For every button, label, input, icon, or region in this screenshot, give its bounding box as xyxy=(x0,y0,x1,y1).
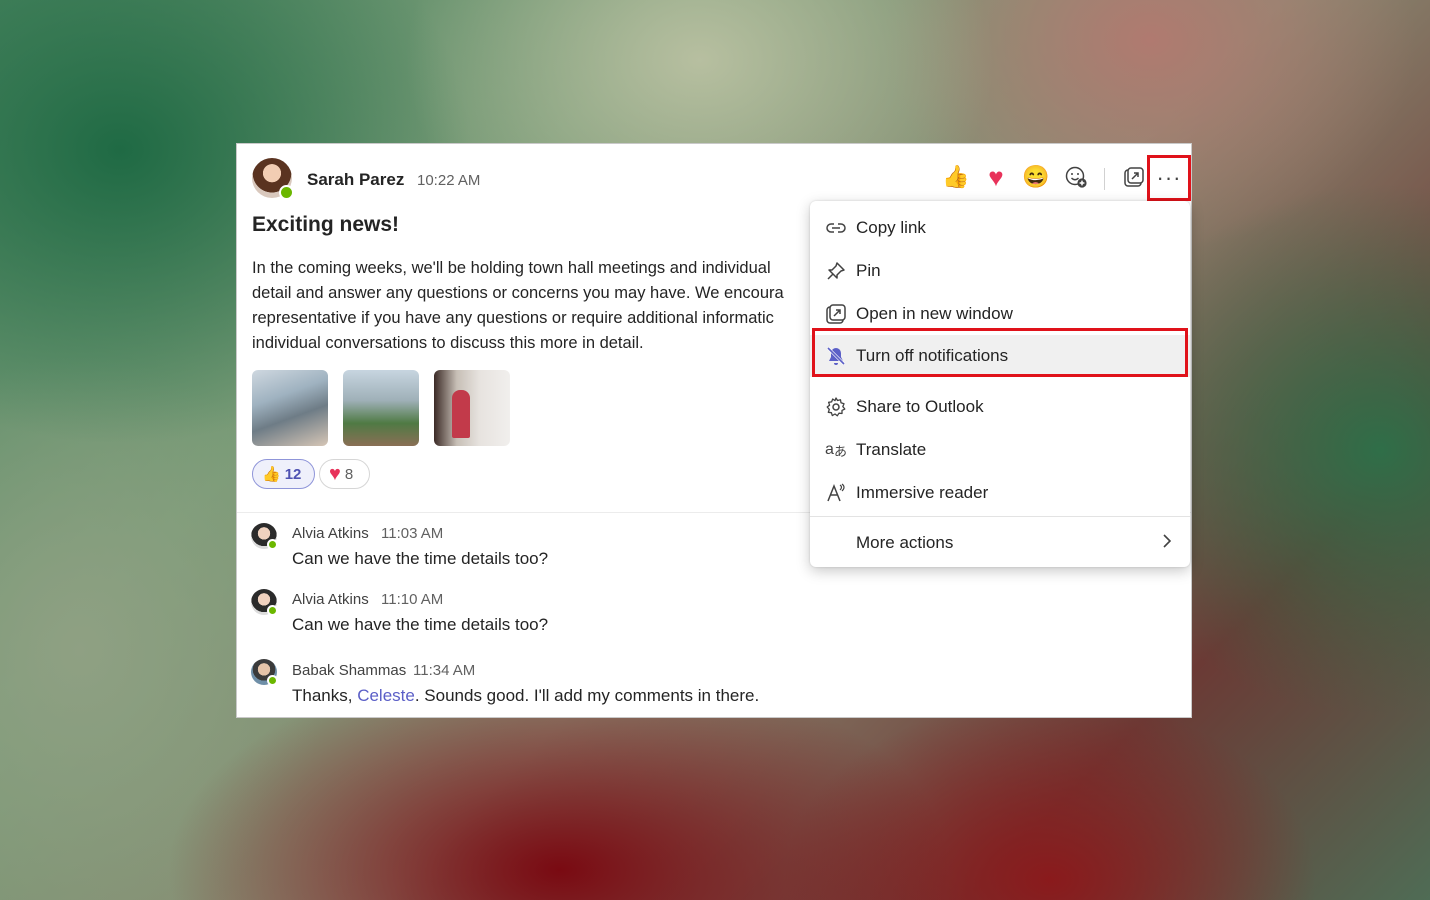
chevron-right-icon xyxy=(1160,533,1174,554)
more-options-button[interactable]: ··· xyxy=(1147,155,1191,201)
reply-timestamp: 11:03 AM xyxy=(381,525,444,542)
add-reaction-icon xyxy=(1065,166,1087,188)
menu-item-label: Open in new window xyxy=(856,304,1013,323)
menu-item-pin[interactable]: Pin xyxy=(810,250,1190,292)
reply-avatar[interactable] xyxy=(251,659,278,686)
menu-item-more-actions[interactable]: More actions xyxy=(810,522,1190,564)
reply-text: Can we have the time details too? xyxy=(292,615,549,634)
pop-out-icon xyxy=(824,302,848,326)
highlight-outline xyxy=(812,328,1188,377)
menu-item-share-to-outlook[interactable]: Share to Outlook xyxy=(810,386,1190,428)
presence-available-icon xyxy=(267,539,278,550)
reply-author[interactable]: Alvia Atkins xyxy=(292,525,369,542)
reply-text-part: . Sounds good. I'll add my comments in t… xyxy=(414,686,760,705)
like-count: 12 xyxy=(284,465,302,483)
presence-available-icon xyxy=(267,605,278,616)
author-name[interactable]: Sarah Parez xyxy=(307,170,404,190)
image-attachment-presenter[interactable] xyxy=(434,370,510,446)
menu-item-label: Share to Outlook xyxy=(856,397,984,416)
image-attachment-atrium[interactable] xyxy=(343,370,419,446)
heart-reaction-button[interactable]: ♥ xyxy=(983,161,1009,192)
menu-item-label: Translate xyxy=(856,440,927,459)
menu-divider xyxy=(810,516,1190,517)
reply-timestamp: 11:34 AM xyxy=(413,662,476,679)
reply-text: Thanks, Celeste. Sounds good. I'll add m… xyxy=(292,686,759,706)
like-reaction-button[interactable]: 👍 xyxy=(942,164,970,190)
menu-item-label: More actions xyxy=(856,533,954,552)
toolbar-divider xyxy=(1104,168,1105,190)
image-attachment-meeting[interactable] xyxy=(252,370,328,446)
reply-author[interactable]: Babak Shammas xyxy=(292,662,406,679)
mention-link[interactable]: Celeste xyxy=(357,686,415,705)
heart-icon: ♥ xyxy=(329,462,341,485)
menu-item-immersive-reader[interactable]: Immersive reader xyxy=(810,472,1190,514)
translate-icon: aあ xyxy=(825,441,847,459)
reply-text-part: Thanks, xyxy=(292,686,358,705)
message-timestamp: 10:22 AM xyxy=(417,172,481,189)
heart-count: 8 xyxy=(344,465,354,483)
reply-avatar[interactable] xyxy=(251,523,278,550)
reply-author[interactable]: Alvia Atkins xyxy=(292,591,369,608)
message-context-menu: Copy link Pin Open in new window Turn of… xyxy=(810,201,1190,567)
presence-available-icon xyxy=(279,185,294,200)
heart-icon: ♥ xyxy=(988,161,1004,192)
immersive-reader-icon xyxy=(824,481,848,505)
menu-item-label: Pin xyxy=(856,261,881,280)
more-options-icon: ··· xyxy=(1156,165,1182,190)
gear-icon xyxy=(824,395,848,419)
menu-item-translate[interactable]: aあ Translate xyxy=(810,429,1190,471)
menu-item-label: Immersive reader xyxy=(856,483,989,502)
add-reaction-button[interactable] xyxy=(1063,164,1089,190)
heart-reaction-count-button[interactable]: ♥ 8 xyxy=(319,459,370,489)
laugh-icon: 😄 xyxy=(1022,164,1050,189)
thumbs-up-icon: 👍 xyxy=(942,164,970,189)
pop-out-icon xyxy=(1124,167,1144,187)
reply-avatar[interactable] xyxy=(251,589,278,616)
pop-out-button[interactable] xyxy=(1121,164,1147,190)
link-icon xyxy=(824,216,848,240)
reply-timestamp: 11:10 AM xyxy=(381,591,444,608)
menu-item-label: Copy link xyxy=(856,218,926,237)
menu-item-copy-link[interactable]: Copy link xyxy=(810,207,1190,249)
presence-available-icon xyxy=(267,675,278,686)
thumbs-up-icon: 👍 xyxy=(262,466,281,483)
author-avatar[interactable] xyxy=(252,158,294,200)
reply-text: Can we have the time details too? xyxy=(292,549,549,568)
pin-icon xyxy=(824,259,848,283)
message-title: Exciting news! xyxy=(252,213,400,236)
laugh-reaction-button[interactable]: 😄 xyxy=(1022,164,1050,190)
like-reaction-count-button[interactable]: 👍 12 xyxy=(252,459,315,489)
